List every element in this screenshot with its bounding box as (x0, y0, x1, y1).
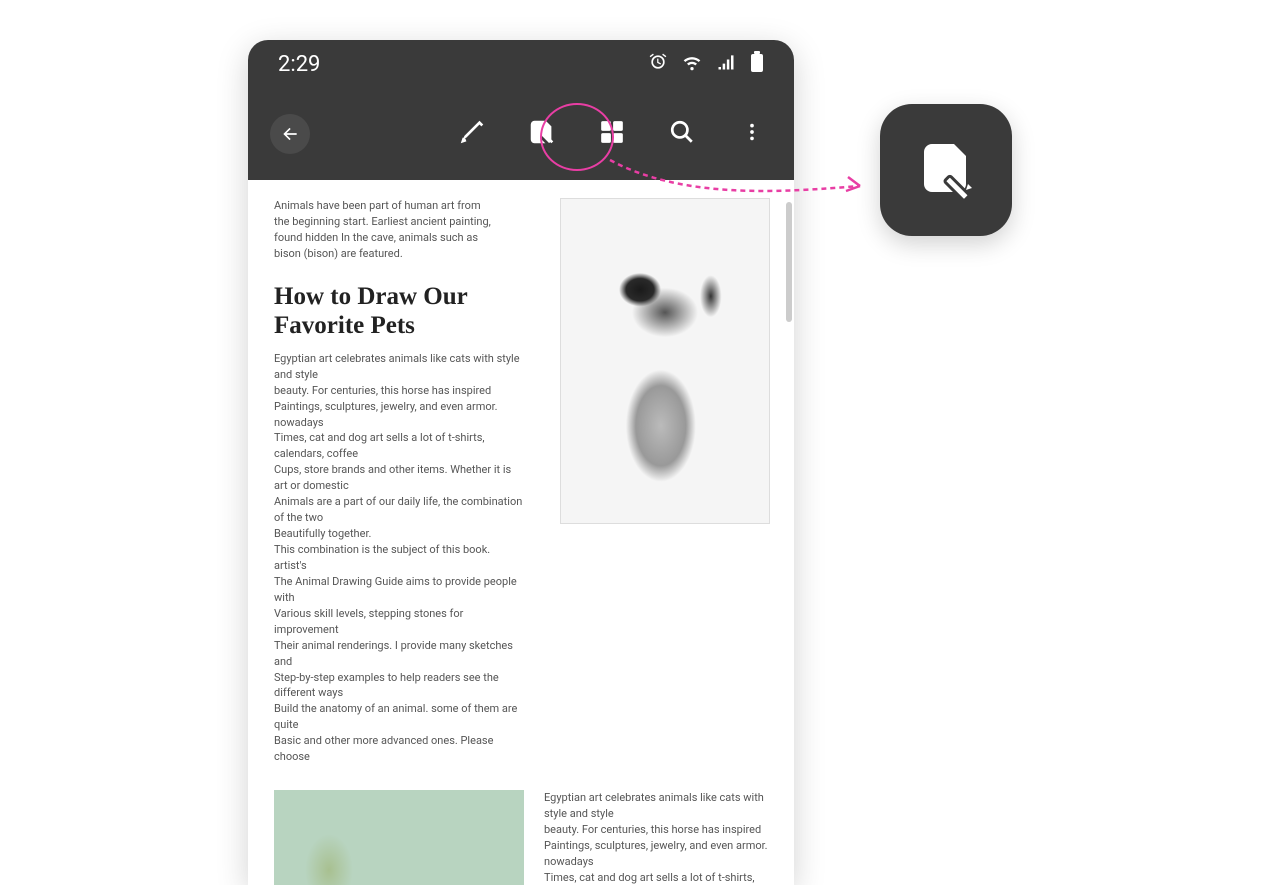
annotate-icon (527, 117, 557, 151)
status-bar: 2:29 (248, 40, 794, 88)
paragraph-right-1: Egyptian art celebrates animals like cat… (544, 790, 784, 885)
paragraph-left: Egyptian art celebrates animals like cat… (274, 351, 524, 765)
app-toolbar (248, 88, 794, 180)
intro-text: Animals have been part of human art from… (274, 198, 494, 262)
alarm-icon (648, 52, 668, 76)
wifi-icon (682, 52, 702, 76)
status-time: 2:29 (278, 52, 320, 77)
document-viewport[interactable]: Animals have been part of human art from… (248, 180, 794, 885)
highlighter-icon (457, 117, 487, 151)
more-vertical-icon (741, 121, 763, 147)
dog-embroidery-image: Porfirio (274, 790, 524, 885)
callout-tile (880, 104, 1012, 236)
battery-icon (750, 51, 764, 77)
highlighter-button[interactable] (452, 114, 492, 154)
signal-icon (716, 52, 736, 76)
annotate-button[interactable] (522, 114, 562, 154)
thumbnails-button[interactable] (592, 114, 632, 154)
search-icon (669, 119, 695, 149)
more-button[interactable] (732, 114, 772, 154)
grid-icon (599, 119, 625, 149)
annotate-icon (914, 136, 978, 204)
back-button[interactable] (270, 114, 310, 154)
search-button[interactable] (662, 114, 702, 154)
phone-screenshot: 2:29 (248, 40, 794, 885)
dog-sketch-image (560, 198, 770, 524)
scrollbar-thumb[interactable] (786, 202, 792, 322)
article-title: How to Draw Our Favorite Pets (274, 282, 504, 341)
status-icons (648, 51, 764, 77)
